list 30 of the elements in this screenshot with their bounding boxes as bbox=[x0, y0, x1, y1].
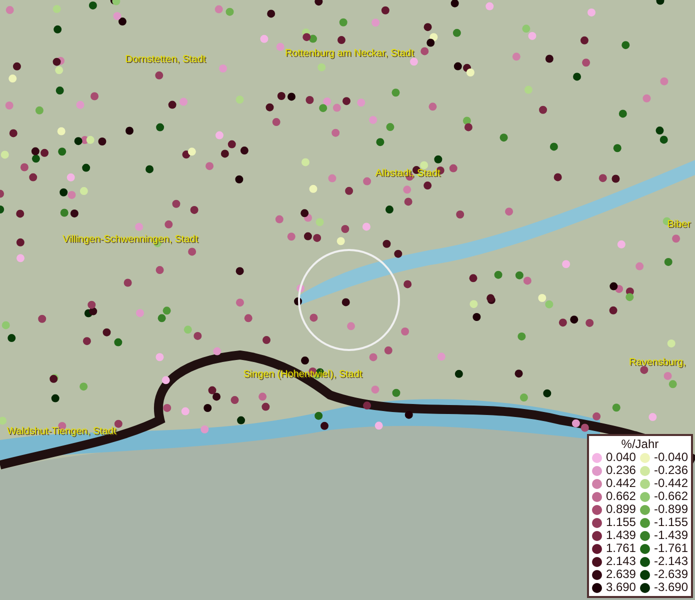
legend-value: -0.236 bbox=[654, 464, 688, 477]
place-label: Rottenburg am Neckar, Stadt bbox=[284, 48, 414, 59]
legend-value: -0.442 bbox=[654, 477, 688, 490]
legend-value: 0.040 bbox=[606, 451, 636, 464]
legend-value: -3.690 bbox=[654, 581, 688, 594]
legend-value: 0.442 bbox=[606, 477, 636, 490]
legend-value: 0.899 bbox=[606, 503, 636, 516]
legend-value: -1.761 bbox=[654, 542, 688, 555]
legend-value: -2.639 bbox=[654, 568, 688, 581]
place-label: Waldshut-Tiengen, Stadt bbox=[6, 426, 116, 437]
legend-value: -0.899 bbox=[654, 503, 688, 516]
legend-value: 1.761 bbox=[606, 542, 636, 555]
place-label: Villingen-Schwenningen, Stadt bbox=[62, 234, 198, 245]
legend-value: 0.662 bbox=[606, 490, 636, 503]
place-label: Biber bbox=[667, 219, 691, 230]
legend-value: 1.439 bbox=[606, 529, 636, 542]
place-label: Singen (Hohentwiel), Stadt bbox=[243, 369, 362, 380]
legend-title: %/Jahr bbox=[620, 437, 660, 451]
legend-value: -1.439 bbox=[654, 529, 688, 542]
legend-value: 2.143 bbox=[606, 555, 636, 568]
legend-value: -2.143 bbox=[654, 555, 688, 568]
legend-value: 0.236 bbox=[606, 464, 636, 477]
legend-value: 3.690 bbox=[606, 581, 636, 594]
legend-value: 2.639 bbox=[606, 568, 636, 581]
legend-value: -0.662 bbox=[654, 490, 688, 503]
legend-value: -1.155 bbox=[654, 516, 688, 529]
legend-value: -0.040 bbox=[654, 451, 688, 464]
place-label: Ravensburg, bbox=[628, 357, 686, 368]
legend-value: 1.155 bbox=[606, 516, 636, 529]
place-label: Dornstetten, Stadt bbox=[125, 54, 206, 65]
